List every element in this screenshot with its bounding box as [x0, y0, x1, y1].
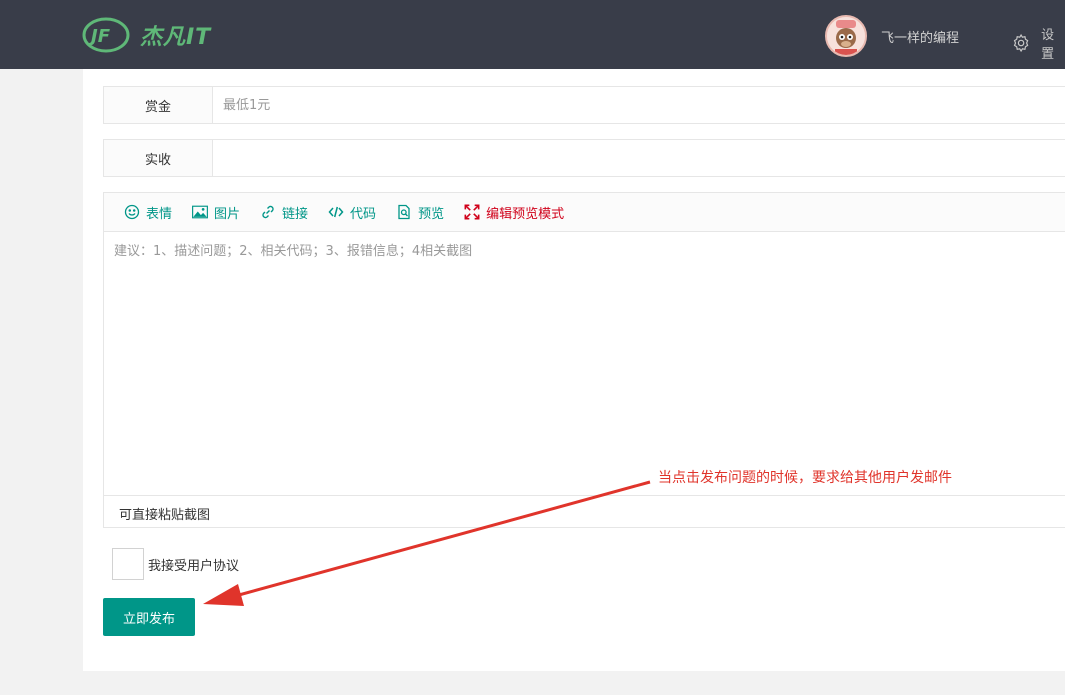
bounty-label: 赏金 [104, 87, 213, 123]
preview-icon [398, 204, 410, 220]
link-button[interactable]: 链接 [260, 203, 308, 222]
bounty-row: 赏金 [103, 86, 1065, 124]
svg-text:JF: JF [88, 26, 111, 47]
top-header: JF 杰凡IT 飞一样的编程 设置 [0, 0, 1065, 69]
preview-button[interactable]: 预览 [396, 203, 444, 222]
smile-icon [124, 204, 140, 220]
logo-text: 杰凡IT [140, 25, 212, 50]
image-icon [192, 205, 208, 219]
edit-preview-mode-label: 编辑预览模式 [486, 206, 565, 222]
paste-screenshot-hint: 可直接粘贴截图 [104, 495, 1065, 531]
settings-label: 设置 [1041, 28, 1055, 62]
code-label: 代码 [350, 206, 377, 222]
agreement-label[interactable]: 我接受用户协议 [148, 555, 239, 574]
preview-label: 预览 [418, 206, 445, 222]
link-label: 链接 [282, 206, 309, 222]
emoji-label: 表情 [146, 206, 173, 222]
agreement-row: 我接受用户协议 [112, 548, 239, 580]
user-menu[interactable]: 飞一样的编程 [825, 15, 959, 57]
logo-icon: JF [82, 17, 130, 53]
editor-toolbar: 表情 图片 链接 代码 预览 编辑预览模式 [104, 193, 1065, 232]
emoji-button[interactable]: 表情 [124, 203, 172, 222]
bounty-input[interactable] [213, 87, 1065, 123]
main-panel: 赏金 实收 表情 图片 [83, 69, 1065, 671]
site-logo[interactable]: JF 杰凡IT [82, 16, 211, 54]
link-icon [262, 205, 274, 219]
settings-button[interactable]: 设置 [1011, 24, 1065, 62]
image-label: 图片 [214, 206, 241, 222]
avatar-image [827, 17, 865, 55]
gear-icon [1013, 33, 1029, 53]
avatar[interactable] [825, 15, 867, 57]
edit-preview-mode-button[interactable]: 编辑预览模式 [464, 203, 564, 222]
received-input[interactable] [213, 140, 1065, 176]
code-icon [328, 206, 344, 218]
question-content-textarea[interactable] [104, 232, 1065, 491]
fullscreen-icon [464, 204, 480, 220]
annotation-text: 当点击发布问题的时候，要求给其他用户发邮件 [658, 470, 952, 486]
received-label: 实收 [104, 140, 213, 176]
received-row: 实收 [103, 139, 1065, 177]
agreement-checkbox[interactable] [112, 548, 144, 580]
image-button[interactable]: 图片 [192, 203, 240, 222]
publish-button[interactable]: 立即发布 [103, 598, 195, 636]
username[interactable]: 飞一样的编程 [881, 27, 959, 46]
code-button[interactable]: 代码 [328, 203, 376, 222]
